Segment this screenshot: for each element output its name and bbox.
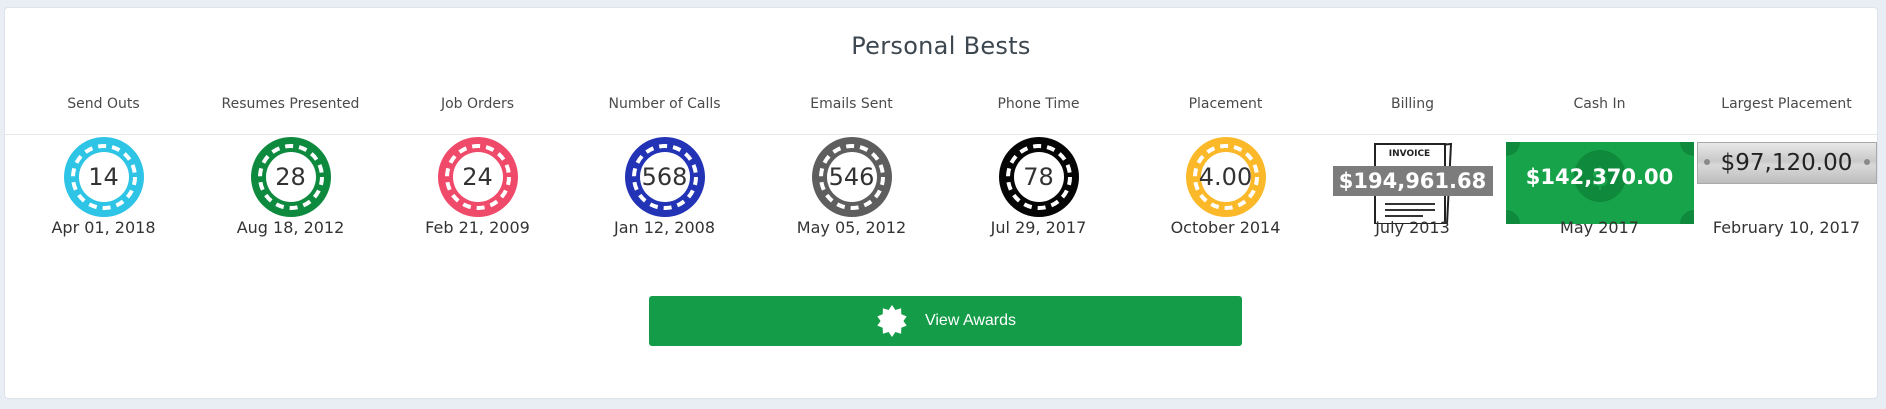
best-value: 78 bbox=[1023, 163, 1054, 191]
poker-chip-icon: 24 bbox=[437, 136, 519, 218]
best-value: 14 bbox=[88, 163, 119, 191]
best-value: $194,961.68 bbox=[1332, 166, 1493, 196]
best-label: Emails Sent bbox=[810, 96, 893, 112]
best-value: 24 bbox=[462, 163, 493, 191]
best-date: October 2014 bbox=[1170, 218, 1281, 237]
best-date: July 2013 bbox=[1375, 218, 1450, 237]
best-value: $142,370.00 bbox=[1525, 165, 1674, 189]
best-resumes-presented: Resumes Presented 28 Aug 18, 2012 bbox=[197, 8, 384, 248]
view-awards-label: View Awards bbox=[924, 312, 1016, 329]
best-label: Send Outs bbox=[67, 96, 140, 112]
poker-chip-icon: 568 bbox=[624, 136, 706, 218]
best-label: Resumes Presented bbox=[221, 96, 360, 112]
best-date: Aug 18, 2012 bbox=[236, 218, 345, 237]
poker-chip-icon: 546 bbox=[811, 136, 893, 218]
best-label: Number of Calls bbox=[608, 96, 721, 112]
poker-chip-icon: 4.00 bbox=[1185, 136, 1267, 218]
best-label: Job Orders bbox=[440, 96, 515, 112]
poker-chip-icon: 28 bbox=[250, 136, 332, 218]
best-label: Phone Time bbox=[997, 96, 1080, 112]
best-emails-sent: Emails Sent 546 May 05, 2012 bbox=[758, 8, 945, 248]
best-billing: Billing INVOICE $194,961.68 July 2013 bbox=[1319, 8, 1506, 248]
best-cash-in: Cash In $ $142,370.00 May 2017 bbox=[1505, 8, 1694, 248]
cash-bill-icon: $ $142,370.00 bbox=[1505, 142, 1694, 224]
award-seal-icon bbox=[877, 305, 907, 337]
best-job-orders: Job Orders 24 Feb 21, 2009 bbox=[384, 8, 571, 248]
best-value: 546 bbox=[828, 163, 875, 191]
best-date: Jul 29, 2017 bbox=[990, 218, 1087, 237]
view-awards-button[interactable]: View Awards bbox=[649, 296, 1242, 346]
best-phone-time: Phone Time 78 Jul 29, 2017 bbox=[945, 8, 1132, 248]
best-date: Apr 01, 2018 bbox=[51, 218, 156, 237]
best-largest-placement: Largest Placement $97,120.00 February 10… bbox=[1693, 8, 1880, 248]
personal-bests-panel: Personal Bests Send Outs 14 Apr 01, 2018… bbox=[4, 7, 1878, 399]
best-date: May 05, 2012 bbox=[796, 218, 907, 237]
best-send-outs: Send Outs 14 Apr 01, 2018 bbox=[10, 8, 197, 248]
best-label: Placement bbox=[1188, 96, 1263, 112]
best-value: $97,120.00 bbox=[1720, 150, 1853, 176]
best-placement: Placement 4.00 October 2014 bbox=[1132, 8, 1319, 248]
best-date: Feb 21, 2009 bbox=[425, 218, 530, 237]
best-label: Largest Placement bbox=[1721, 96, 1852, 112]
invoice-icon: INVOICE $194,961.68 bbox=[1332, 140, 1493, 224]
poker-chip-icon: 14 bbox=[63, 136, 145, 218]
best-number-of-calls: Number of Calls 568 Jan 12, 2008 bbox=[571, 8, 758, 248]
metal-plaque-icon: $97,120.00 bbox=[1696, 142, 1877, 184]
best-date: May 2017 bbox=[1560, 218, 1639, 237]
poker-chip-icon: 78 bbox=[998, 136, 1080, 218]
best-value: 28 bbox=[275, 163, 306, 191]
best-label: Cash In bbox=[1573, 96, 1626, 112]
best-label: Billing bbox=[1391, 96, 1434, 112]
best-value: 568 bbox=[641, 163, 688, 191]
invoice-caption: INVOICE bbox=[1388, 149, 1431, 159]
best-date: February 10, 2017 bbox=[1712, 218, 1861, 237]
best-value: 4.00 bbox=[1198, 163, 1253, 191]
best-date: Jan 12, 2008 bbox=[614, 218, 715, 237]
